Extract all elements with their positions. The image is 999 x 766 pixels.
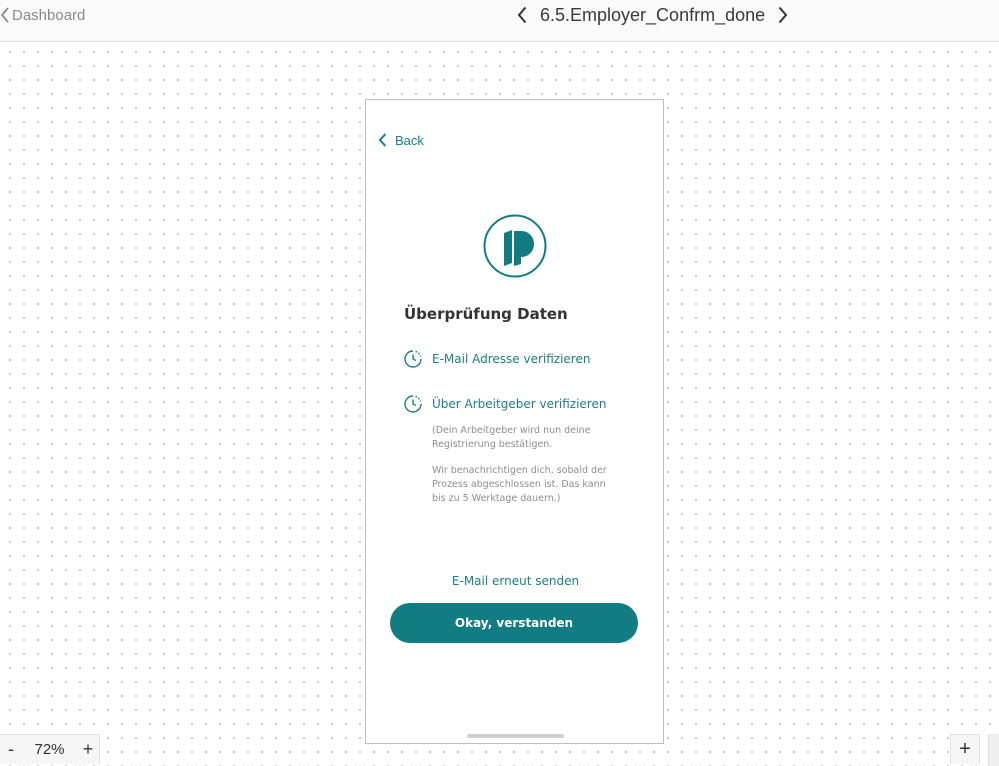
- step-label: Über Arbeitgeber verifizieren: [432, 397, 607, 411]
- notification-note-text: Wir benachrichtigen dich, sobald der Pro…: [432, 465, 607, 504]
- panel-edge: [988, 734, 999, 766]
- zoom-out-button[interactable]: -: [0, 739, 22, 760]
- chevron-right-icon: [778, 6, 788, 24]
- dashboard-label: Dashboard: [12, 6, 86, 24]
- zoom-control: - 72% +: [0, 734, 100, 764]
- zoom-in-button[interactable]: +: [77, 739, 99, 760]
- employer-note-text: (Dein Arbeitgeber wird nun deine Registr…: [432, 425, 591, 450]
- back-label: Back: [395, 132, 424, 148]
- step-email-verification: E-Mail Adresse verifizieren: [403, 348, 590, 370]
- previous-screen-button[interactable]: [514, 3, 530, 27]
- clock-pending-icon: [404, 395, 422, 413]
- home-indicator: [467, 734, 564, 738]
- phone-screen-frame: Back Überprüfung Daten E-Mail Adresse ve…: [365, 99, 664, 744]
- step-employer-verification: Über Arbeitgeber verifizieren: [403, 393, 606, 415]
- screen-navigator: 6.5.Employer_Confrm_done: [514, 3, 791, 27]
- screen-title: 6.5.Employer_Confrm_done: [540, 4, 766, 25]
- resend-email-link[interactable]: E-Mail erneut senden: [366, 574, 665, 588]
- chevron-left-icon: [0, 7, 9, 23]
- app-logo-icon: [483, 214, 547, 278]
- zoom-level: 72%: [34, 741, 65, 758]
- chevron-left-icon: [378, 133, 387, 147]
- okay-understood-button[interactable]: Okay, verstanden: [390, 603, 638, 643]
- page-heading: Überprüfung Daten: [404, 305, 568, 323]
- back-button[interactable]: Back: [378, 130, 424, 150]
- dashboard-back-link[interactable]: Dashboard: [0, 5, 85, 25]
- next-screen-button[interactable]: [775, 3, 791, 27]
- step-label: E-Mail Adresse verifizieren: [432, 352, 591, 366]
- clock-pending-icon: [404, 350, 422, 368]
- top-bar: Dashboard 6.5.Employer_Confrm_done: [0, 0, 999, 42]
- add-button[interactable]: +: [950, 734, 980, 764]
- chevron-left-icon: [517, 6, 527, 24]
